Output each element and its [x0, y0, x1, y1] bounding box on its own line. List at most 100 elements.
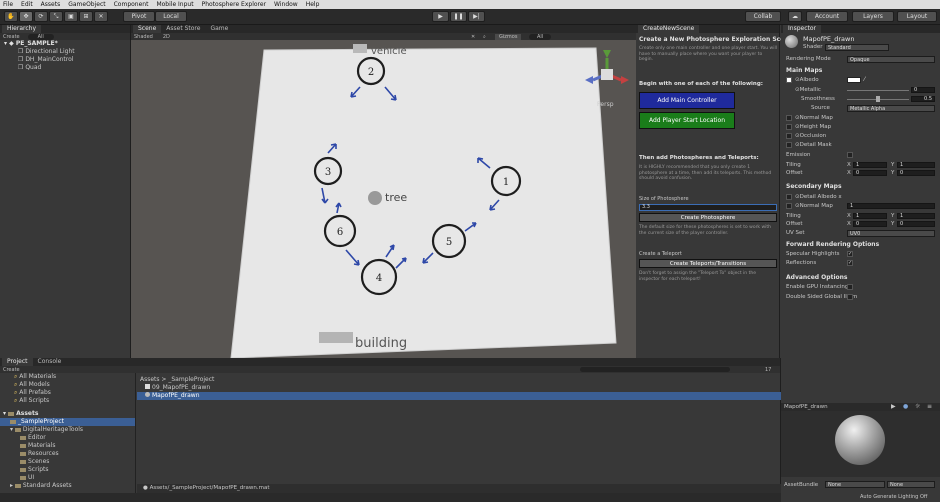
hierarchy-search-input[interactable]: All: [27, 33, 54, 40]
favorite-item[interactable]: ⌕ All Materials: [0, 373, 135, 381]
reflections-checkbox[interactable]: ✓: [847, 260, 853, 266]
menu-edit[interactable]: Edit: [21, 1, 33, 8]
folder-item[interactable]: Resources: [0, 450, 135, 458]
gizmos-dropdown[interactable]: Gizmos: [495, 33, 522, 40]
hierarchy-item[interactable]: ❒ Directional Light: [0, 48, 130, 56]
albedo-texture-slot[interactable]: [786, 77, 792, 83]
hand-tool-button[interactable]: ✋: [4, 11, 18, 22]
detail-albedo-slot[interactable]: [786, 194, 792, 200]
menu-file[interactable]: File: [3, 1, 13, 8]
asset-bundle-variant-dropdown[interactable]: None: [887, 481, 935, 488]
favorite-item[interactable]: ⌕ All Scripts: [0, 397, 135, 405]
detail-mask-slot[interactable]: [786, 142, 792, 148]
rotate-tool-button[interactable]: ⟳: [34, 11, 48, 22]
folder-item[interactable]: UI: [0, 474, 135, 482]
favorite-item[interactable]: ⌕ All Prefabs: [0, 389, 135, 397]
cloud-button[interactable]: ☁: [788, 11, 802, 22]
tools-icon[interactable]: ✕: [471, 34, 475, 40]
menu-gameobject[interactable]: GameObject: [68, 1, 105, 8]
pivot-toggle[interactable]: Pivot: [123, 11, 155, 22]
material-preview[interactable]: [781, 411, 940, 477]
favorite-item[interactable]: ⌕ All Models: [0, 381, 135, 389]
gpu-instancing-checkbox[interactable]: [847, 284, 853, 290]
occlusion-slot[interactable]: [786, 133, 792, 139]
mode-2d-toggle[interactable]: 2D: [163, 34, 170, 40]
tab-asset-store[interactable]: Asset Store: [161, 25, 205, 33]
menu-photosphere-explorer[interactable]: Photosphere Explorer: [202, 1, 266, 8]
local-toggle[interactable]: Local: [155, 11, 187, 22]
custom-tool-button[interactable]: ✕: [94, 11, 108, 22]
folder-item[interactable]: Materials: [0, 442, 135, 450]
assets-root[interactable]: ▾ Assets: [0, 410, 135, 418]
asset-bundle-dropdown[interactable]: None: [825, 481, 885, 488]
normal-map-slot[interactable]: [786, 115, 792, 121]
tab-create-new-scene[interactable]: CreateNewScene: [638, 25, 700, 33]
file-item-selected[interactable]: MapofPE_drawn: [137, 392, 781, 400]
hierarchy-item[interactable]: ❒ Quad: [0, 64, 130, 72]
file-item[interactable]: 09_MapofPE_drawn: [137, 384, 781, 392]
smoothness-slider-handle[interactable]: [876, 96, 880, 102]
smoothness-value[interactable]: 0.5: [911, 96, 935, 102]
play-button[interactable]: ▶: [432, 11, 449, 22]
tab-inspector[interactable]: Inspector: [783, 25, 821, 33]
menu-help[interactable]: Help: [306, 1, 320, 8]
layout-dropdown[interactable]: Layout: [897, 11, 937, 22]
project-breadcrumb[interactable]: Assets > _SampleProject: [140, 376, 214, 383]
metallic-slider[interactable]: [847, 90, 909, 91]
folder-item[interactable]: _SampleProject: [0, 418, 135, 426]
project-search-input[interactable]: [580, 367, 730, 372]
tab-project[interactable]: Project: [2, 358, 33, 366]
secondary-offset-x[interactable]: 0: [853, 221, 887, 227]
albedo-color-swatch[interactable]: [847, 77, 861, 83]
size-input[interactable]: 3.3: [639, 204, 777, 211]
shader-dropdown[interactable]: Standard: [825, 44, 889, 51]
uv-set-dropdown[interactable]: UV0: [847, 230, 935, 237]
scale-tool-button[interactable]: ⤡: [49, 11, 63, 22]
rect-tool-button[interactable]: ▣: [64, 11, 78, 22]
shading-dropdown[interactable]: Shaded: [134, 34, 153, 40]
tiling-x[interactable]: 1: [853, 162, 887, 168]
height-map-slot[interactable]: [786, 124, 792, 130]
menu-window[interactable]: Window: [274, 1, 298, 8]
specular-checkbox[interactable]: ✓: [847, 251, 853, 257]
tab-console[interactable]: Console: [33, 358, 67, 366]
hierarchy-create-button[interactable]: Create: [3, 34, 20, 40]
preview-play-icon[interactable]: ▶: [891, 403, 896, 410]
account-dropdown[interactable]: Account: [806, 11, 848, 22]
preview-light-icon[interactable]: ☼: [915, 403, 920, 410]
folder-item[interactable]: Editor: [0, 434, 135, 442]
secondary-tiling-x[interactable]: 1: [853, 213, 887, 219]
create-teleport-button[interactable]: Create Teleports/Transitions: [639, 259, 777, 268]
transform-tool-button[interactable]: ⊞: [79, 11, 93, 22]
detail-normal-slot[interactable]: [786, 203, 792, 209]
preview-sphere-icon[interactable]: ●: [903, 403, 908, 410]
gizmo-search-input[interactable]: All: [529, 33, 552, 40]
add-player-start-button[interactable]: Add Player Start Location: [639, 112, 735, 129]
scene-root[interactable]: ▾ ◆ PE_SAMPLE*: [0, 40, 130, 48]
project-create-button[interactable]: Create: [3, 367, 20, 373]
emission-checkbox[interactable]: [847, 152, 853, 158]
secondary-tiling-y[interactable]: 1: [897, 213, 935, 219]
offset-x[interactable]: 0: [853, 170, 887, 176]
move-tool-button[interactable]: ✥: [19, 11, 33, 22]
menu-component[interactable]: Component: [114, 1, 149, 8]
folder-item[interactable]: Scenes: [0, 458, 135, 466]
metallic-value[interactable]: 0: [911, 87, 935, 93]
preview-menu-icon[interactable]: ≡: [927, 403, 932, 410]
menu-mobile-input[interactable]: Mobile Input: [156, 1, 193, 8]
secondary-offset-y[interactable]: 0: [897, 221, 935, 227]
step-button[interactable]: ▶|: [468, 11, 485, 22]
folder-item[interactable]: Scripts: [0, 466, 135, 474]
color-picker-icon[interactable]: ⁄: [864, 76, 865, 83]
add-main-controller-button[interactable]: Add Main Controller: [639, 92, 735, 109]
tab-hierarchy[interactable]: Hierarchy: [2, 25, 42, 33]
double-sided-gi-checkbox[interactable]: [847, 294, 853, 300]
collab-button[interactable]: Collab: [745, 11, 781, 22]
offset-y[interactable]: 0: [897, 170, 935, 176]
source-dropdown[interactable]: Metallic Alpha: [847, 105, 935, 112]
folder-item[interactable]: ▸ Standard Assets: [0, 482, 135, 490]
menu-assets[interactable]: Assets: [41, 1, 61, 8]
hierarchy-item[interactable]: ❒ DH_MainControl: [0, 56, 130, 64]
scene-viewport[interactable]: vehicle tree building 2 3 1 6 5 4 Persp: [131, 40, 636, 358]
tiling-y[interactable]: 1: [897, 162, 935, 168]
